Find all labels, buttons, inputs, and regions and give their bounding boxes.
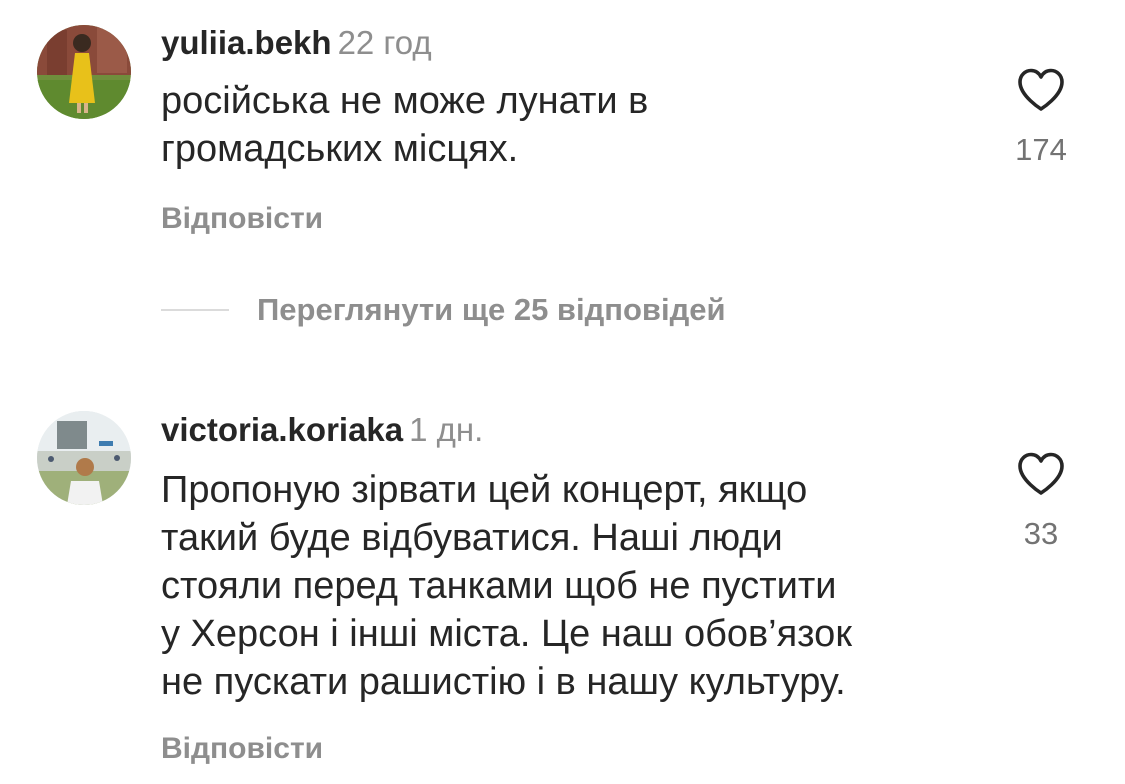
reply-button[interactable]: Відповісти: [161, 731, 323, 767]
comment-line: у Херсон і інші міста. Це наш обов’язок: [161, 613, 852, 655]
username[interactable]: yuliia.bekh: [161, 24, 332, 61]
like-container: 174: [1011, 68, 1071, 168]
timestamp: 1 дн.: [409, 411, 484, 448]
comment-line: такий буде відбуватися. Наші люди: [161, 517, 783, 559]
view-replies-button[interactable]: Переглянути ще 25 відповідей: [161, 290, 726, 330]
view-replies-label: Переглянути ще 25 відповідей: [257, 292, 726, 327]
like-count: 174: [1015, 132, 1067, 167]
username[interactable]: victoria.koriaka: [161, 411, 403, 448]
comment-header: victoria.koriaka 1 дн.: [161, 410, 483, 450]
timestamp: 22 год: [337, 24, 432, 61]
comment-line: не пускати рашистію і в нашу культуру.: [161, 661, 846, 703]
heart-outline-icon[interactable]: [1011, 68, 1071, 112]
reply-button[interactable]: Відповісти: [161, 201, 323, 237]
avatar[interactable]: [37, 25, 131, 119]
like-count: 33: [1023, 516, 1059, 551]
comment-line: російська не може лунати в: [161, 80, 649, 122]
comment-header: yuliia.bekh 22 год: [161, 23, 432, 63]
heart-outline-icon[interactable]: [1011, 452, 1071, 496]
avatar[interactable]: [37, 411, 131, 505]
like-container: 33: [1011, 452, 1071, 552]
comment-line: громадських місцях.: [161, 128, 519, 170]
comment-text: російська не може лунати в громадських м…: [161, 77, 648, 173]
comment-line: стояли перед танками щоб не пустити: [161, 565, 837, 607]
comment-text: Пропоную зірвати цей концерт, якщо такий…: [161, 466, 852, 706]
divider: [161, 309, 229, 311]
comment-line: Пропоную зірвати цей концерт, якщо: [161, 469, 808, 511]
